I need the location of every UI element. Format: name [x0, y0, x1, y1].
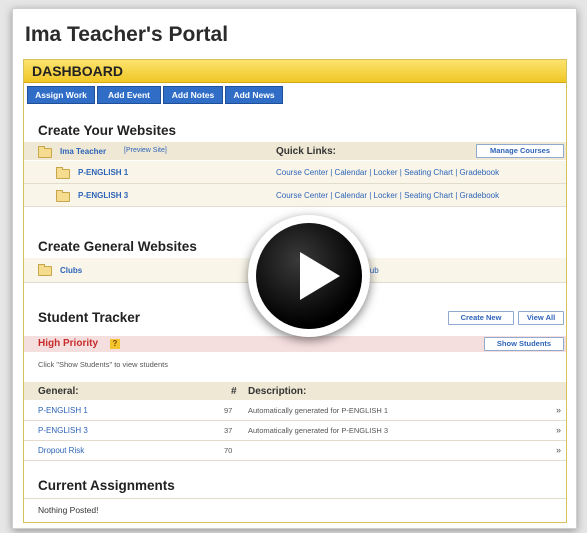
- section-title-general-websites: Create General Websites: [38, 239, 197, 254]
- section-title-websites: Create Your Websites: [38, 123, 177, 138]
- tracker-description: Automatically generated for P-ENGLISH 1: [248, 406, 389, 415]
- tracker-row: Dropout Risk 70 »: [24, 441, 566, 461]
- tracker-general-link[interactable]: Dropout Risk: [38, 446, 84, 455]
- tracker-row: P-ENGLISH 3 37 Automatically generated f…: [24, 421, 566, 441]
- dashboard-header: DASHBOARD: [24, 60, 566, 83]
- folder-icon: [56, 190, 70, 202]
- folder-icon: [38, 264, 52, 276]
- course-link[interactable]: P-ENGLISH 3: [78, 191, 128, 200]
- folder-icon: [56, 167, 70, 179]
- view-all-button[interactable]: View All: [518, 311, 564, 325]
- high-priority-row: High Priority ? Show Students: [24, 336, 566, 352]
- column-general: General:: [38, 386, 79, 397]
- assignments-row: Nothing Posted!: [24, 498, 566, 519]
- section-title-student-tracker: Student Tracker: [38, 310, 141, 325]
- website-owner-row: Ima Teacher [Preview Site] Quick Links: …: [24, 142, 566, 160]
- course-link[interactable]: P-ENGLISH 1: [78, 168, 128, 177]
- play-icon: [300, 252, 340, 300]
- portal-screenshot: Ima Teacher's Portal DASHBOARD Assign Wo…: [12, 8, 577, 529]
- play-button-disc: [256, 223, 362, 329]
- clubs-link[interactable]: Clubs: [60, 266, 82, 275]
- tracker-general-link[interactable]: P-ENGLISH 1: [38, 406, 88, 415]
- add-news-button[interactable]: Add News: [225, 86, 283, 104]
- course-row: P-ENGLISH 1 Course Center | Calendar | L…: [24, 161, 566, 184]
- owner-site-link[interactable]: Ima Teacher: [60, 147, 106, 156]
- page-title: Ima Teacher's Portal: [25, 23, 229, 46]
- column-count: #: [231, 386, 237, 397]
- create-new-button[interactable]: Create New: [448, 311, 514, 325]
- section-title-assignments: Current Assignments: [38, 478, 175, 493]
- assignments-empty-text: Nothing Posted!: [38, 505, 99, 515]
- manage-courses-button[interactable]: Manage Courses: [476, 144, 564, 158]
- tracker-row: P-ENGLISH 1 97 Automatically generated f…: [24, 401, 566, 421]
- row-action-icon[interactable]: »: [556, 425, 561, 435]
- add-notes-button[interactable]: Add Notes: [163, 86, 223, 104]
- assign-work-button[interactable]: Assign Work: [27, 86, 95, 104]
- preview-site-link[interactable]: [Preview Site]: [124, 147, 167, 154]
- show-students-button[interactable]: Show Students: [484, 337, 564, 351]
- tracker-count: 70: [224, 446, 233, 455]
- tracker-header-row: General: # Description:: [24, 382, 566, 400]
- tracker-count: 97: [224, 406, 233, 415]
- show-students-hint: Click "Show Students" to view students: [38, 360, 168, 369]
- quick-links-label: Quick Links:: [276, 146, 337, 157]
- tracker-general-link[interactable]: P-ENGLISH 3: [38, 426, 88, 435]
- tracker-description: Automatically generated for P-ENGLISH 3: [248, 426, 389, 435]
- dashboard-title: DASHBOARD: [32, 63, 123, 79]
- help-icon[interactable]: ?: [110, 339, 120, 349]
- course-row: P-ENGLISH 3 Course Center | Calendar | L…: [24, 184, 566, 207]
- column-description: Description:: [248, 386, 307, 397]
- course-quick-links[interactable]: Course Center | Calendar | Locker | Seat…: [276, 168, 499, 177]
- folder-icon: [38, 146, 52, 158]
- add-event-button[interactable]: Add Event: [97, 86, 161, 104]
- row-action-icon[interactable]: »: [556, 445, 561, 455]
- high-priority-label: High Priority: [38, 338, 99, 349]
- row-action-icon[interactable]: »: [556, 405, 561, 415]
- play-button[interactable]: [248, 215, 370, 337]
- tracker-count: 37: [224, 426, 233, 435]
- course-quick-links[interactable]: Course Center | Calendar | Locker | Seat…: [276, 191, 499, 200]
